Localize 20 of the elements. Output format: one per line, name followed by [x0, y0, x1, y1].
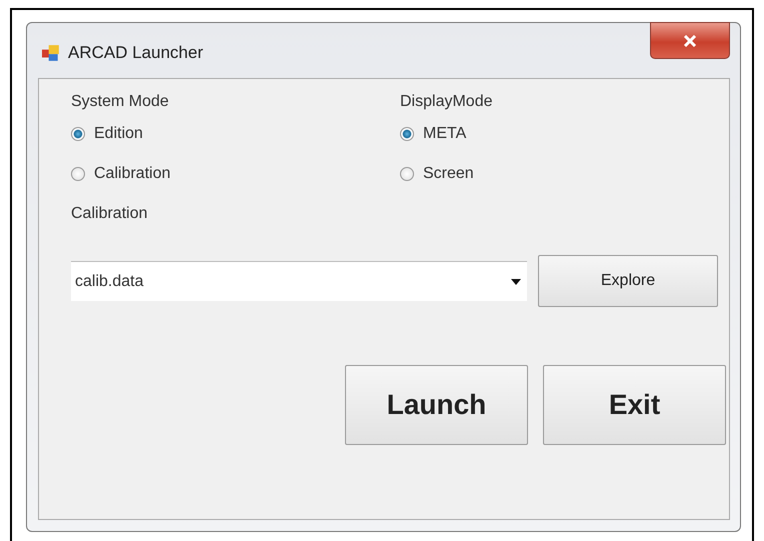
radio-label[interactable]: Calibration [94, 165, 170, 183]
group-label: System Mode [71, 93, 170, 111]
calibration-dropdown[interactable]: calib.data [71, 261, 527, 301]
radio-label[interactable]: META [423, 125, 466, 143]
explore-button[interactable]: Explore [538, 255, 718, 307]
calibration-label: Calibration [71, 205, 148, 223]
close-icon [683, 34, 697, 46]
radio-label[interactable]: Edition [94, 125, 143, 143]
caret-icon [511, 278, 521, 284]
radio-button[interactable] [400, 167, 414, 181]
exit-button[interactable]: Exit [543, 365, 726, 445]
radio-button[interactable] [71, 127, 85, 141]
launch-button[interactable]: Launch [345, 365, 528, 445]
radio-button[interactable] [400, 127, 414, 141]
radio-label[interactable]: Screen [423, 165, 474, 183]
group-label: DisplayMode [400, 93, 494, 111]
radio-button[interactable] [71, 167, 85, 181]
window-title: ARCAD Launcher [68, 42, 204, 62]
close-button[interactable] [650, 22, 730, 59]
app-icon [42, 44, 60, 62]
